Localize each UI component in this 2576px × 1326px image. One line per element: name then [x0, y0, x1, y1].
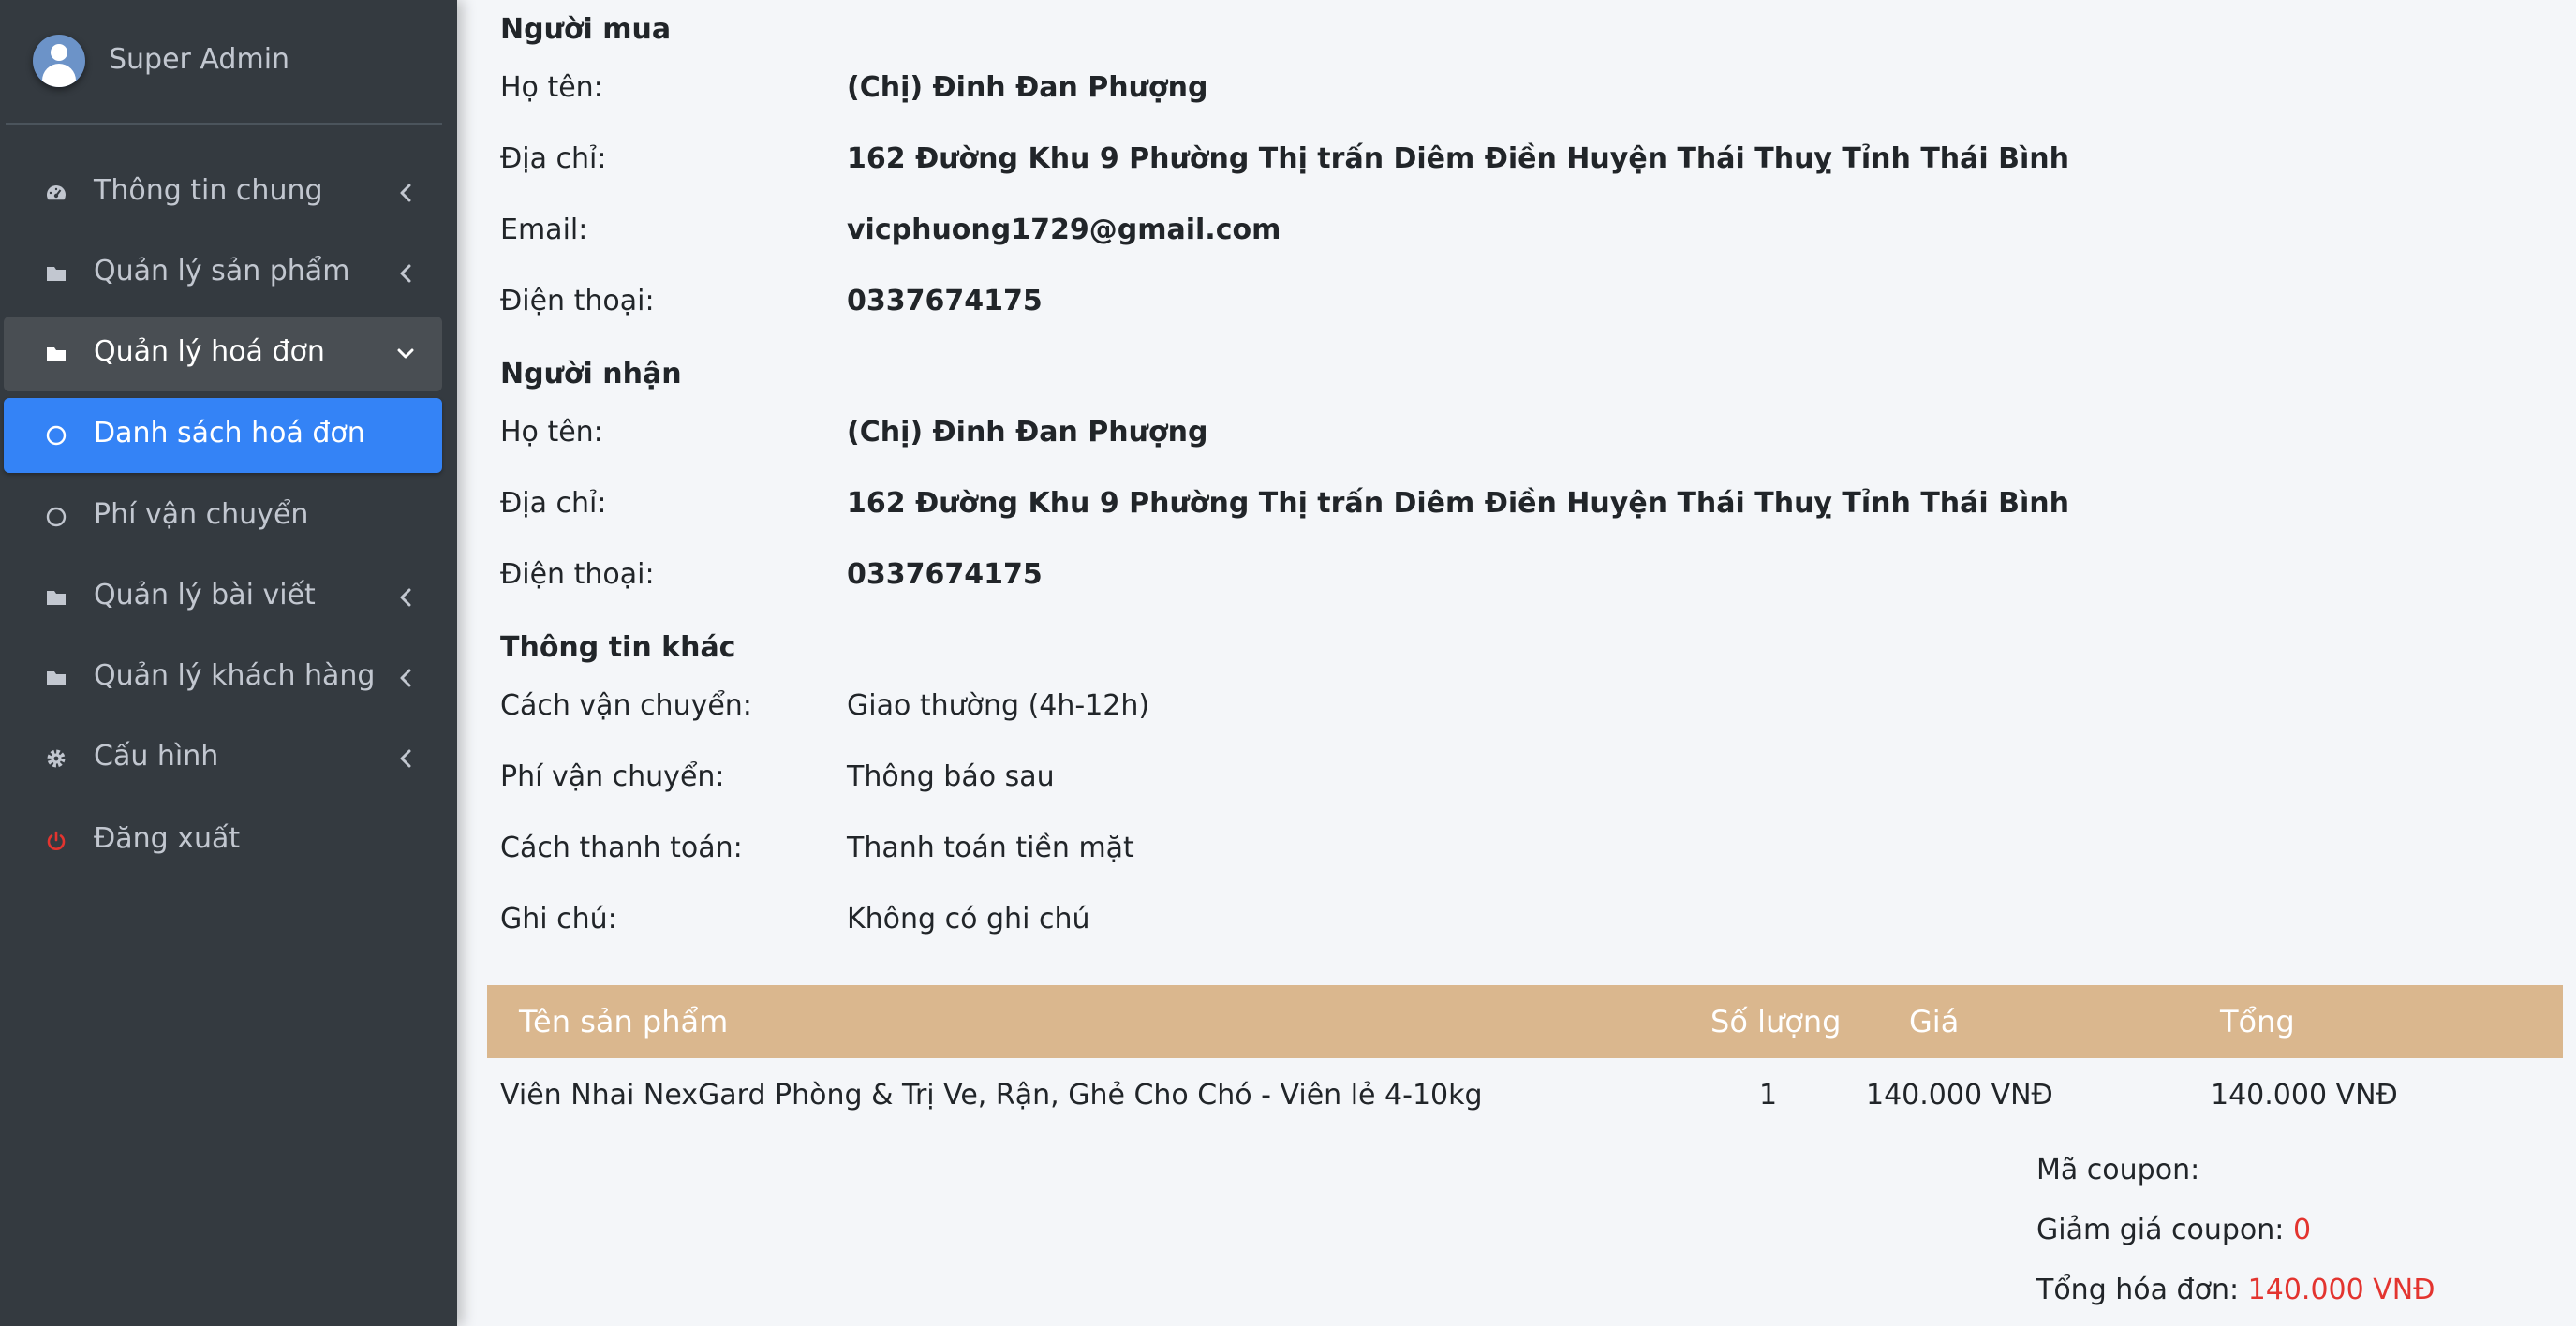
coupon-discount-value: 0: [2292, 1214, 2312, 1246]
gear-icon: [45, 747, 67, 770]
sidebar-item-customers[interactable]: Quản lý khách hàng: [4, 641, 442, 715]
circle-icon: [45, 506, 67, 528]
sidebar-item-products[interactable]: Quản lý sản phẩm: [4, 236, 442, 311]
buyer-email-label: Email:: [500, 214, 588, 246]
receiver-address-label: Địa chỉ:: [500, 487, 607, 520]
payment-method: Thanh toán tiền mặt: [847, 832, 1134, 864]
sidebar-item-logout[interactable]: Đăng xuất: [4, 803, 442, 878]
receiver-phone-label: Điện thoại:: [500, 558, 655, 591]
shipping-fee-label: Phí vận chuyển:: [500, 760, 725, 793]
coupon-discount: Giảm giá coupon: 0: [2036, 1214, 2311, 1246]
sidebar-item-settings[interactable]: Cấu hình: [4, 721, 442, 796]
table-header: Tên sản phẩm Số lượng Giá Tổng: [487, 985, 2563, 1058]
receiver-name-label: Họ tên:: [500, 416, 603, 449]
receiver-section-title: Người nhận: [500, 358, 682, 390]
buyer-phone: 0337674175: [847, 285, 1043, 317]
product-total: 140.000 VNĐ: [2211, 1079, 2398, 1112]
product-name: Viên Nhai NexGard Phòng & Trị Ve, Rận, G…: [500, 1079, 1483, 1112]
buyer-name-label: Họ tên:: [500, 71, 603, 104]
payment-method-label: Cách thanh toán:: [500, 832, 743, 864]
buyer-email: vicphuong1729@gmail.com: [847, 214, 1281, 246]
shipping-fee: Thông báo sau: [847, 760, 1055, 793]
shipping-method-label: Cách vận chuyển:: [500, 689, 752, 722]
chevron-left-icon: [397, 262, 414, 285]
note: Không có ghi chú: [847, 903, 1090, 936]
column-header-product-name: Tên sản phẩm: [519, 1004, 729, 1039]
chevron-left-icon: [397, 182, 414, 204]
buyer-phone-label: Điện thoại:: [500, 285, 655, 317]
user-panel[interactable]: Super Admin: [0, 0, 457, 124]
column-header-price: Giá: [1909, 1004, 1960, 1039]
circle-icon: [45, 424, 67, 447]
sidebar-item-label: Quản lý hoá đơn: [94, 335, 325, 368]
sidebar-item-label: Danh sách hoá đơn: [94, 417, 365, 449]
sidebar-item-label: Quản lý sản phẩm: [94, 255, 350, 287]
sidebar-item-label: Phí vận chuyển: [94, 498, 309, 531]
sidebar-item-posts[interactable]: Quản lý bài viết: [4, 560, 442, 635]
chevron-down-icon: [397, 343, 414, 365]
column-header-quantity: Số lượng: [1710, 1004, 1842, 1039]
power-icon: [45, 830, 67, 852]
product-price: 140.000 VNĐ: [1866, 1079, 2053, 1112]
invoice-total-value: 140.000 VNĐ: [2247, 1274, 2435, 1306]
buyer-name: (Chị) Đinh Đan Phượng: [847, 71, 1208, 104]
sidebar-divider: [6, 123, 442, 125]
sidebar-item-label: Thông tin chung: [94, 174, 323, 207]
buyer-address-label: Địa chỉ:: [500, 142, 607, 175]
invoice-total: Tổng hóa đơn: 140.000 VNĐ: [2036, 1274, 2435, 1306]
folder-icon: [45, 343, 67, 365]
sidebar-item-general-info[interactable]: Thông tin chung: [4, 155, 442, 230]
buyer-address: 162 Đường Khu 9 Phường Thị trấn Diêm Điề…: [847, 142, 2069, 175]
sidebar-item-invoice-list[interactable]: Danh sách hoá đơn: [4, 398, 442, 473]
product-quantity: 1: [1759, 1079, 1778, 1112]
note-label: Ghi chú:: [500, 903, 617, 936]
coupon-code: Mã coupon:: [2036, 1154, 2199, 1186]
sidebar-item-invoices[interactable]: Quản lý hoá đơn: [4, 317, 442, 391]
sidebar-item-label: Quản lý khách hàng: [94, 659, 376, 692]
sidebar: Super Admin Thông tin chung Quản lý sản …: [0, 0, 457, 1326]
dashboard-icon: [45, 182, 67, 204]
folder-icon: [45, 586, 67, 609]
avatar[interactable]: [33, 35, 85, 87]
sidebar-item-label: Đăng xuất: [94, 822, 241, 855]
shipping-method: Giao thường (4h-12h): [847, 689, 1150, 722]
buyer-section-title: Người mua: [500, 13, 672, 46]
receiver-name: (Chị) Đinh Đan Phượng: [847, 416, 1208, 449]
folder-icon: [45, 262, 67, 285]
sidebar-item-label: Cấu hình: [94, 740, 219, 773]
receiver-address: 162 Đường Khu 9 Phường Thị trấn Diêm Điề…: [847, 487, 2069, 520]
sidebar-item-shipping-fee[interactable]: Phí vận chuyển: [4, 479, 442, 554]
coupon-code-label: Mã coupon:: [2036, 1154, 2200, 1186]
folder-icon: [45, 667, 67, 689]
chevron-left-icon: [397, 586, 414, 609]
sidebar-item-label: Quản lý bài viết: [94, 579, 316, 611]
invoice-detail: Người mua Họ tên: (Chị) Đinh Đan Phượng …: [457, 0, 2576, 1326]
chevron-left-icon: [397, 667, 414, 689]
invoice-total-label: Tổng hóa đơn:: [2036, 1274, 2240, 1306]
user-name[interactable]: Super Admin: [109, 43, 289, 76]
other-info-section-title: Thông tin khác: [500, 631, 736, 664]
chevron-left-icon: [397, 747, 414, 770]
receiver-phone: 0337674175: [847, 558, 1043, 591]
coupon-discount-label: Giảm giá coupon:: [2036, 1214, 2285, 1246]
column-header-total: Tổng: [2220, 1004, 2295, 1039]
